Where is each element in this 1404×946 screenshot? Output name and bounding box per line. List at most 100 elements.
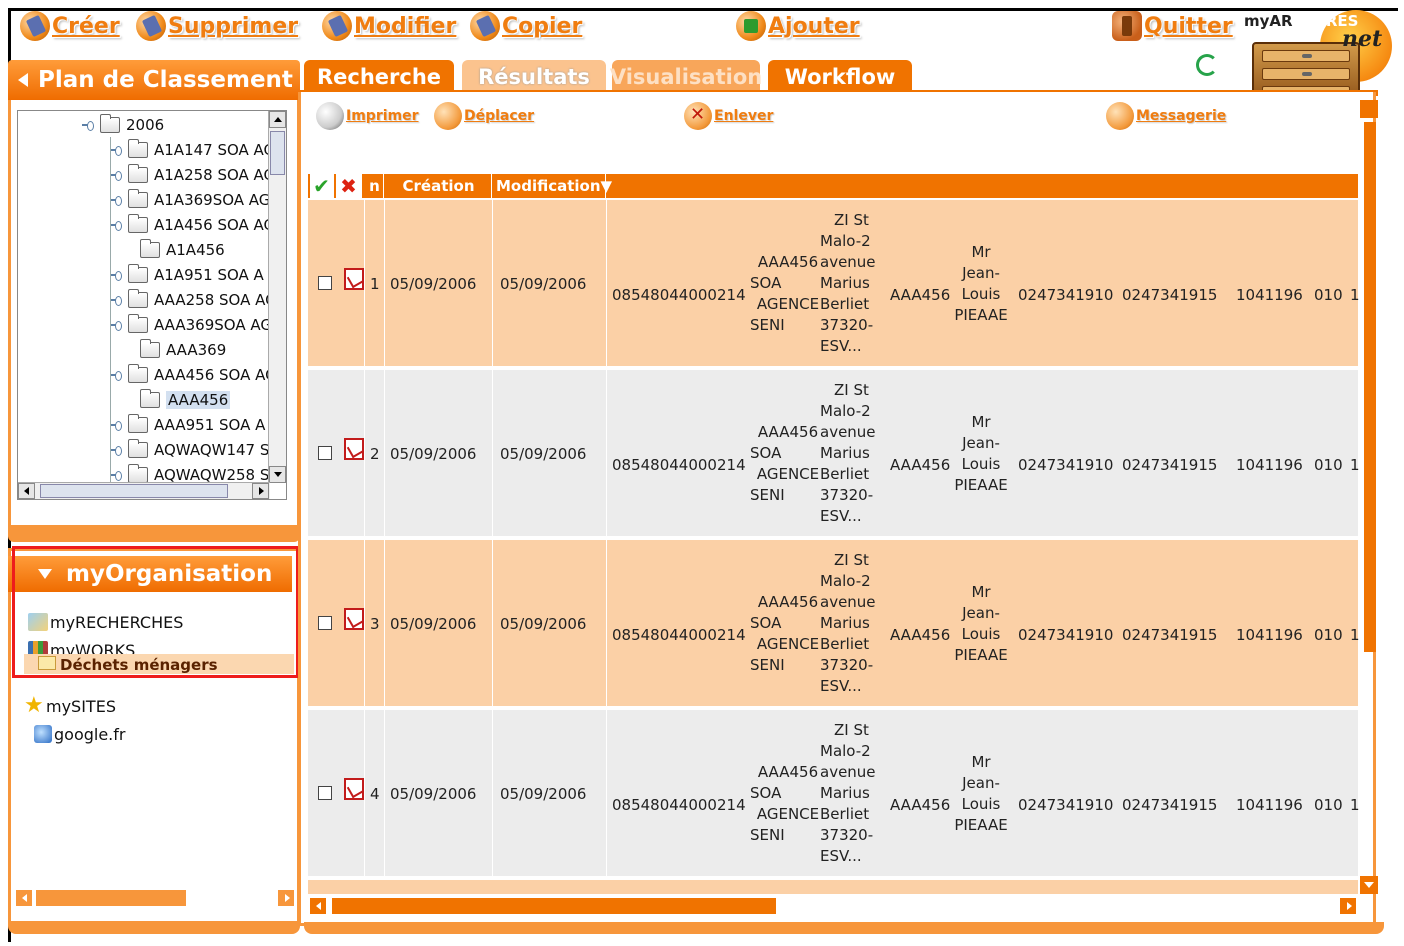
supprimer-button[interactable]: Supprimer [136,6,298,46]
results-scroll-down-button[interactable] [1360,876,1378,894]
modifier-button[interactable]: Modifier [322,6,456,46]
tree-node[interactable]: AAA258 SOA AG [110,288,270,312]
table-row[interactable]: 4 05/09/2006 05/09/2006 08548044000214 A… [308,710,1360,876]
column-creation[interactable]: Création [386,174,492,198]
table-row[interactable]: 3 05/09/2006 05/09/2006 08548044000214 A… [308,540,1360,706]
quitter-button[interactable]: Quitter [1112,6,1233,46]
tab-resultats[interactable]: Résultats [462,60,606,94]
org-item-mysites[interactable]: ★ mySITES [24,694,116,718]
tree-node[interactable]: A1A456 [140,238,225,262]
table-row[interactable]: 1 05/09/2006 05/09/2006 08548044000214 A… [308,200,1360,366]
tree-expander-icon[interactable] [110,219,122,231]
plan-header[interactable]: Plan de Classement [8,60,300,100]
org-scroll-left-button[interactable] [14,888,34,908]
tree-node[interactable]: AAA456 [140,388,231,412]
tree-expander-icon[interactable] [110,444,122,456]
deselect-x-icon[interactable]: ✖ [336,174,362,198]
scroll-down-button[interactable] [269,466,286,483]
tree-expander-icon[interactable] [110,419,122,431]
folder-icon [128,264,148,283]
tree-node[interactable]: A1A147 SOA AG [110,138,270,162]
results-scroll-thumb[interactable] [1364,122,1376,652]
pdf-icon[interactable] [344,608,364,630]
delete-icon [136,11,166,41]
org-scroll-right-button[interactable] [276,888,296,908]
tree-expander-icon[interactable] [110,269,122,281]
tree-node[interactable]: A1A258 SOA AG [110,163,270,187]
table-row[interactable]: 2 05/09/2006 05/09/2006 08548044000214 A… [308,370,1360,536]
scroll-up-button[interactable] [269,111,286,128]
row-number: 2 [370,445,380,463]
code-1-cell: 1 [1350,456,1360,474]
results-vertical-scrollbar[interactable] [1360,100,1380,894]
org-horizontal-scrollbar[interactable] [14,888,296,908]
results-scroll-right-button[interactable] [1338,896,1358,916]
tree-node-label: AQWAQW147 S [154,441,270,459]
results-scroll-left-button[interactable] [308,896,328,916]
tree-expander-icon[interactable] [110,169,122,181]
creer-button[interactable]: Créer [20,6,120,46]
tree-node[interactable]: AAA951 SOA A [110,413,265,437]
tab-workflow[interactable]: Workflow [768,60,912,94]
column-n[interactable]: n [366,174,384,198]
results-horizontal-scrollbar[interactable] [308,896,1360,916]
tree-horizontal-scrollbar[interactable] [18,482,270,499]
fax-cell: 0247341915 [1122,796,1218,814]
creation-date: 05/09/2006 [390,445,477,463]
main-footer [304,922,1384,934]
row-number: 4 [370,785,380,803]
tree-node[interactable]: AAA456 SOA AG [110,363,270,387]
tab-recherche[interactable]: Recherche [304,60,454,94]
select-all-check-icon[interactable]: ✔ [310,174,334,198]
tree-node[interactable]: A1A951 SOA A [110,263,264,287]
pdf-icon[interactable] [344,778,364,800]
tree-node[interactable]: 2006 [82,113,164,137]
results-hscroll-thumb[interactable] [332,898,776,914]
tree-expander-icon[interactable] [110,469,122,481]
tree-expander-icon[interactable] [110,194,122,206]
messagerie-button[interactable]: Messagerie [1106,98,1226,134]
tree-expander-icon[interactable] [110,294,122,306]
imprimer-button[interactable]: Imprimer [316,98,419,134]
folder-icon [128,439,148,458]
org-item-google[interactable]: google.fr [34,722,125,746]
tree-view: 2006 A1A147 SOA AG A1A258 SOA AG A1A369SOA … [17,110,287,500]
pdf-icon[interactable] [344,268,364,290]
tree-scroll-thumb[interactable] [270,131,285,175]
tree-vertical-scrollbar[interactable] [268,111,286,483]
tree-node[interactable]: A1A456 SOA AG [110,213,270,237]
column-modification[interactable]: Modification ▼ [494,174,612,198]
scroll-right-button[interactable] [252,483,269,499]
row-checkbox[interactable] [318,786,332,800]
sort-desc-icon[interactable]: ▼ [601,177,613,195]
copier-button[interactable]: Copier [470,6,582,46]
pdf-icon[interactable] [344,438,364,460]
tab-visualisation[interactable]: Visualisation [610,60,762,94]
deplacer-button[interactable]: Déplacer [434,98,534,134]
folder-icon [140,239,160,258]
collapse-arrow-icon[interactable] [18,73,28,87]
tree-node[interactable]: A1A369SOA AG [110,188,270,212]
scroll-left-button[interactable] [18,483,35,499]
row-checkbox[interactable] [318,276,332,290]
tree-expander-icon[interactable] [110,144,122,156]
code-1-cell: 1 [1350,796,1360,814]
tree-expander-icon[interactable] [82,119,94,131]
refresh-icon[interactable] [1196,54,1218,76]
enlever-button[interactable]: Enlever [684,98,773,134]
tree-expander-icon[interactable] [110,319,122,331]
company-cell: AAA456 SOA AGENCE SENI [750,423,820,504]
ajouter-button[interactable]: Ajouter [736,6,860,46]
org-scroll-thumb[interactable] [36,890,186,906]
tree-node[interactable]: AQWAQW258 S [110,463,269,483]
tree-node[interactable]: AAA369SOA AG [110,313,270,337]
folder-icon [128,314,148,333]
results-scroll-up-button[interactable] [1360,100,1378,118]
tree-node[interactable]: AAA369 [140,338,226,362]
row-checkbox[interactable] [318,616,332,630]
row-checkbox[interactable] [318,446,332,460]
tree-expander-icon[interactable] [110,369,122,381]
tree-node[interactable]: AQWAQW147 S [110,438,269,462]
tree-hscroll-thumb[interactable] [40,484,228,498]
tree-node-label: AAA369 [166,341,227,359]
